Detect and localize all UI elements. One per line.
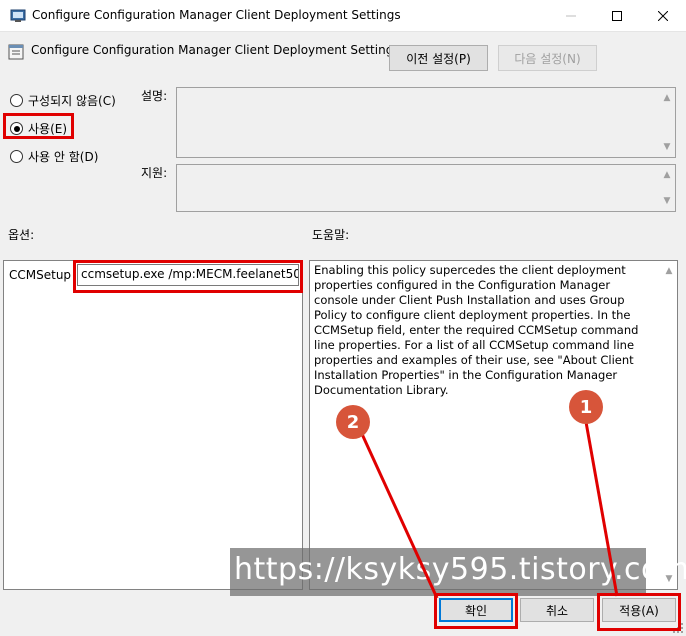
annotation-arrows <box>360 421 619 599</box>
step-marker-2: 2 <box>336 405 370 439</box>
step-marker-1: 1 <box>569 390 603 424</box>
arrow-line-2 <box>360 433 439 599</box>
arrow-line-1 <box>584 421 619 597</box>
